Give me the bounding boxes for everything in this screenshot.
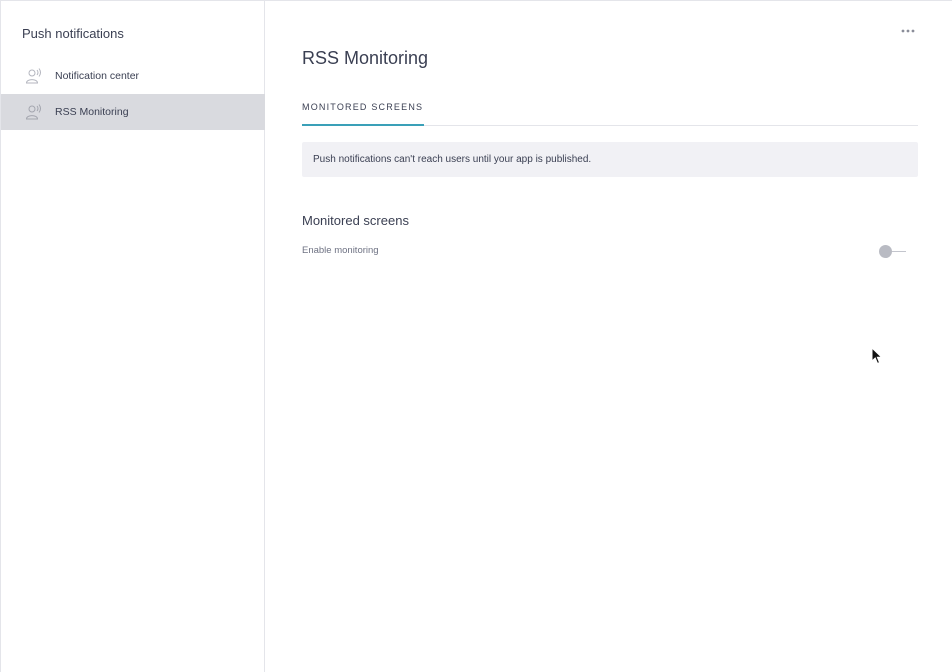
broadcast-user-icon — [24, 66, 44, 86]
sidebar-title: Push notifications — [22, 26, 124, 41]
more-horizontal-icon — [901, 29, 915, 33]
tab-monitored-screens[interactable]: MONITORED SCREENS — [302, 102, 425, 126]
broadcast-user-icon — [24, 102, 44, 122]
app-window: Push notifications Notification center R… — [0, 0, 952, 672]
main-panel: RSS Monitoring MONITORED SCREENS Push no… — [266, 1, 952, 672]
sidebar: Push notifications Notification center R… — [0, 1, 265, 672]
toggle-knob — [879, 245, 892, 258]
section-title: Monitored screens — [302, 213, 409, 228]
enable-monitoring-toggle[interactable] — [878, 244, 908, 259]
more-options-button[interactable] — [900, 23, 916, 39]
sidebar-item-label: RSS Monitoring — [55, 106, 129, 118]
sidebar-item-label: Notification center — [55, 70, 140, 82]
enable-monitoring-label: Enable monitoring — [302, 245, 379, 256]
publish-notice: Push notifications can't reach users unt… — [302, 142, 918, 177]
sidebar-item-notification-center[interactable]: Notification center — [1, 58, 265, 94]
sidebar-item-rss-monitoring[interactable]: RSS Monitoring — [1, 94, 265, 130]
tab-bar: MONITORED SCREENS — [302, 97, 918, 126]
page-title: RSS Monitoring — [302, 48, 429, 68]
